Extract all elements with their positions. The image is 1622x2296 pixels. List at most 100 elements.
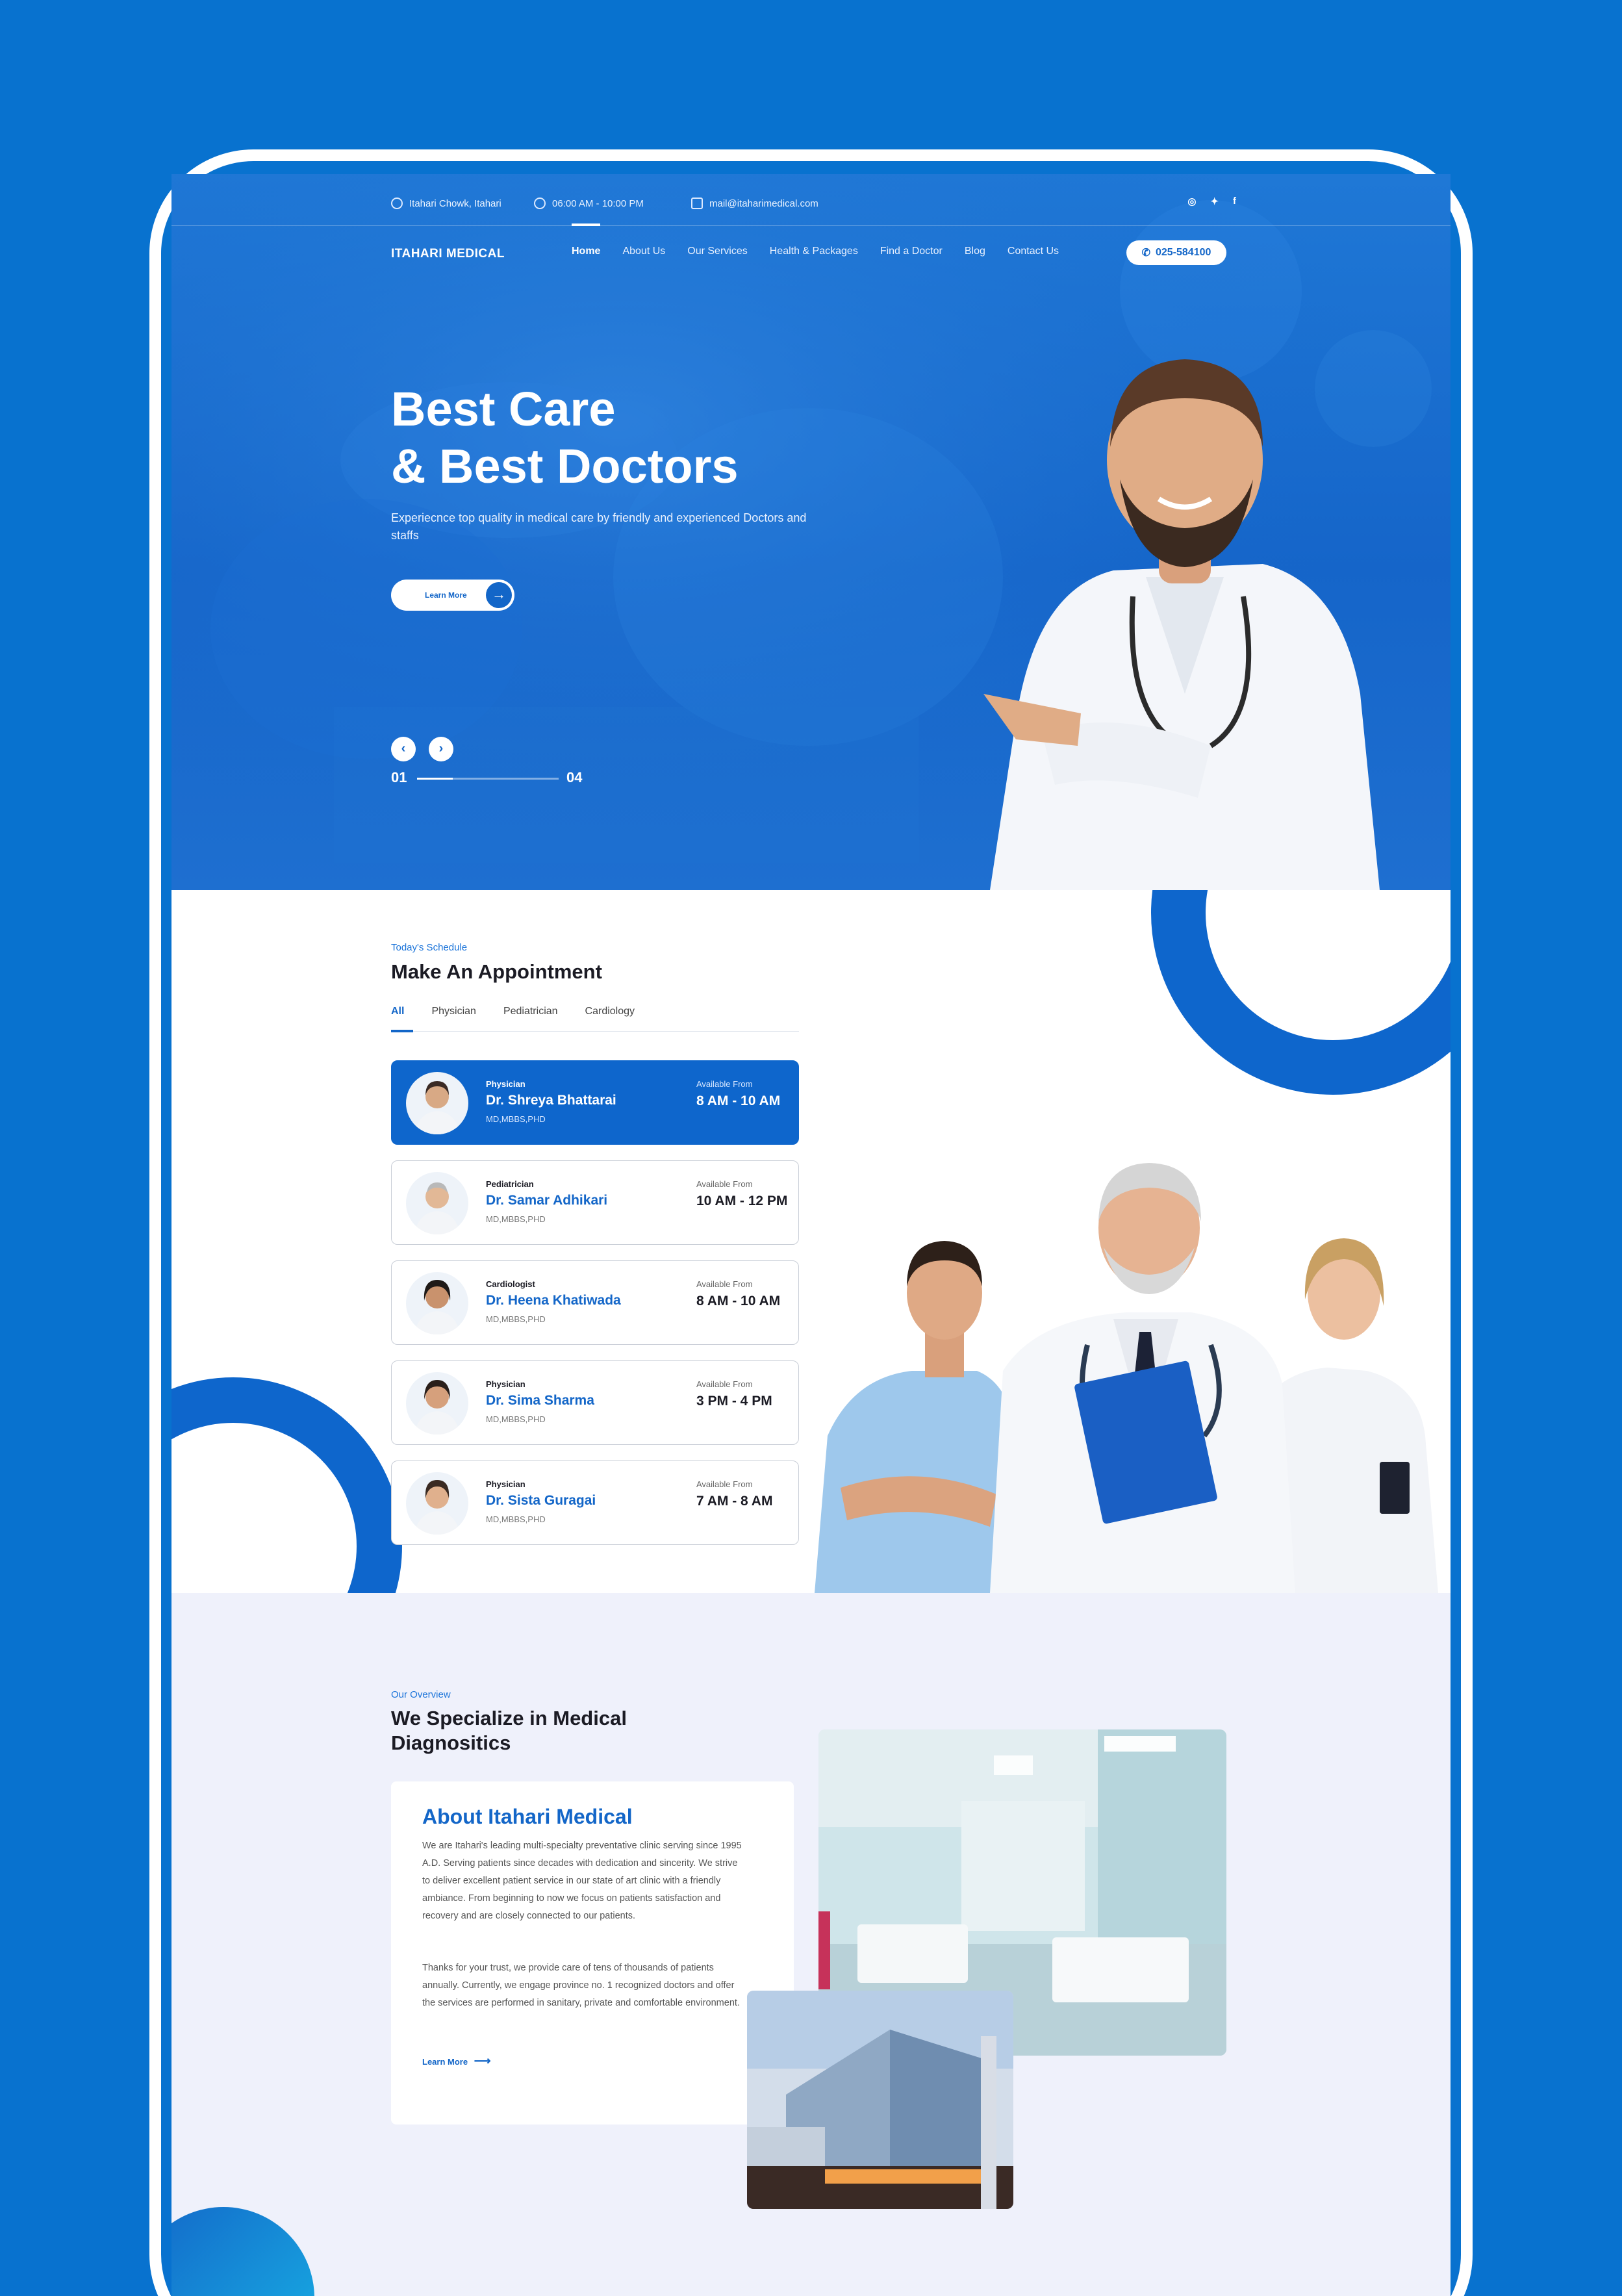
mail-icon: [691, 198, 703, 209]
doctor-degree: MD,MBBS,PHD: [486, 1414, 546, 1424]
nav-item-about[interactable]: About Us: [622, 246, 665, 257]
doctor-card[interactable]: Pediatrician Dr. Samar Adhikari MD,MBBS,…: [391, 1160, 799, 1245]
nav-item-home[interactable]: Home: [572, 223, 601, 257]
slide-progress-fill: [417, 778, 453, 780]
decor-blob: [171, 2207, 314, 2296]
doctor-name: Dr. Samar Adhikari: [486, 1193, 608, 1208]
email-text[interactable]: mail@itaharimedical.com: [709, 198, 818, 209]
location-pin-icon: [391, 198, 403, 209]
overview-title: We Specialize in Medical Diagnositics: [391, 1706, 627, 1755]
doctor-card[interactable]: Cardiologist Dr. Heena Khatiwada MD,MBBS…: [391, 1260, 799, 1345]
website-screen: Itahari Chowk, Itahari 06:00 AM - 10:00 …: [171, 174, 1451, 2296]
about-title: About Itahari Medical: [422, 1805, 633, 1828]
doctor-name: Dr. Sima Sharma: [486, 1393, 594, 1408]
nav-item-find-doctor[interactable]: Find a Doctor: [880, 246, 943, 257]
facebook-icon[interactable]: f: [1233, 196, 1236, 207]
doctor-specialty: Pediatrician: [486, 1179, 534, 1189]
available-label: Available From: [696, 1479, 753, 1489]
doctor-degree: MD,MBBS,PHD: [486, 1314, 546, 1324]
doctor-specialty: Physician: [486, 1379, 526, 1389]
overview-section: Our Overview We Specialize in Medical Di…: [171, 1593, 1451, 2296]
doctor-avatar: [406, 1472, 468, 1535]
about-card: About Itahari Medical We are Itahari's l…: [391, 1781, 794, 2124]
doctor-specialty: Physician: [486, 1079, 526, 1089]
tab-cardiology[interactable]: Cardiology: [585, 1006, 635, 1032]
doctor-avatar: [406, 1372, 468, 1435]
phone-number: 025-584100: [1155, 247, 1211, 258]
doctor-avatar: [406, 1272, 468, 1334]
doctor-degree: MD,MBBS,PHD: [486, 1114, 546, 1124]
doctor-avatar: [406, 1172, 468, 1234]
doctor-card[interactable]: Physician Dr. Sima Sharma MD,MBBS,PHD Av…: [391, 1360, 799, 1445]
learn-more-label: Learn More: [425, 591, 467, 600]
phone-icon: ✆: [1141, 248, 1150, 259]
hero-title-line1: Best Care: [391, 382, 616, 436]
doctor-avatar: [406, 1072, 468, 1134]
specialty-tabs: All Physician Pediatrician Cardiology: [391, 1006, 799, 1032]
instagram-icon[interactable]: ◎: [1187, 196, 1196, 207]
tab-pediatrician[interactable]: Pediatrician: [503, 1006, 558, 1032]
nav-item-services[interactable]: Our Services: [687, 246, 747, 257]
doctor-time: 10 AM - 12 PM: [696, 1193, 788, 1208]
slide-total: 04: [566, 769, 583, 785]
nav-menu: Home About Us Our Services Health & Pack…: [572, 223, 1059, 257]
doctor-name: Dr. Shreya Bhattarai: [486, 1093, 616, 1108]
about-learn-more-label: Learn More: [422, 2057, 468, 2067]
appointment-eyebrow: Today's Schedule: [391, 942, 468, 953]
about-paragraph-1: We are Itahari's leading multi-specialty…: [422, 1841, 742, 1921]
available-label: Available From: [696, 1279, 753, 1289]
arrow-right-icon: ⟶: [474, 2054, 491, 2067]
hero-background-image: [171, 174, 1451, 890]
tab-all[interactable]: All: [391, 1006, 414, 1032]
available-label: Available From: [696, 1379, 753, 1389]
arrow-right-icon: →: [486, 582, 512, 608]
doctor-name: Dr. Heena Khatiwada: [486, 1293, 621, 1308]
hero-learn-more-button[interactable]: Learn More →: [391, 580, 514, 611]
overview-title-line2: Diagnositics: [391, 1731, 511, 1754]
email-info[interactable]: mail@itaharimedical.com: [691, 198, 818, 209]
doctor-card[interactable]: Physician Dr. Sista Guragai MD,MBBS,PHD …: [391, 1461, 799, 1545]
hours-info: 06:00 AM - 10:00 PM: [534, 198, 644, 209]
tab-physician[interactable]: Physician: [431, 1006, 475, 1032]
hero-title: Best Care & Best Doctors: [391, 381, 739, 495]
doctor-time: 3 PM - 4 PM: [696, 1394, 772, 1409]
overview-eyebrow: Our Overview: [391, 1689, 451, 1700]
hours-text: 06:00 AM - 10:00 PM: [552, 198, 644, 209]
main-navbar: ITAHARI MEDICAL Home About Us Our Servic…: [171, 223, 1451, 278]
hero-title-line2: & Best Doctors: [391, 439, 739, 493]
doctor-time: 8 AM - 10 AM: [696, 1294, 781, 1308]
doctor-specialty: Cardiologist: [486, 1279, 535, 1289]
address-info: Itahari Chowk, Itahari: [391, 198, 501, 209]
address-text: Itahari Chowk, Itahari: [409, 198, 501, 209]
doctor-time: 8 AM - 10 AM: [696, 1093, 781, 1108]
doctor-card[interactable]: Physician Dr. Shreya Bhattarai MD,MBBS,P…: [391, 1060, 799, 1145]
decor-ring-bottom-left: [171, 1377, 402, 1593]
about-paragraph-2: Thanks for your trust, we provide care o…: [422, 1963, 740, 2008]
slide-prev-button[interactable]: ‹: [391, 737, 416, 761]
nav-item-contact[interactable]: Contact Us: [1007, 246, 1059, 257]
slide-next-button[interactable]: ›: [429, 737, 453, 761]
about-learn-more-link[interactable]: Learn More ⟶: [422, 2054, 491, 2068]
hero-subtitle: Experiecnce top quality in medical care …: [391, 511, 807, 542]
doctor-degree: MD,MBBS,PHD: [486, 1214, 546, 1224]
social-links: ◎ ✦ f: [1187, 196, 1236, 207]
brand-logo[interactable]: ITAHARI MEDICAL: [391, 247, 505, 261]
clock-icon: [534, 198, 546, 209]
doctor-time: 7 AM - 8 AM: [696, 1494, 773, 1509]
appointment-section: Today's Schedule Make An Appointment All…: [171, 890, 1451, 1593]
doctor-specialty: Physician: [486, 1479, 526, 1489]
doctor-degree: MD,MBBS,PHD: [486, 1514, 546, 1524]
nav-item-health-packages[interactable]: Health & Packages: [770, 246, 858, 257]
phone-button[interactable]: ✆ 025-584100: [1126, 240, 1226, 265]
available-label: Available From: [696, 1079, 753, 1089]
nav-item-blog[interactable]: Blog: [965, 246, 985, 257]
decor-ring-top-right: [1151, 890, 1451, 1095]
slide-progress-bar: [417, 778, 559, 780]
hero-section: Itahari Chowk, Itahari 06:00 AM - 10:00 …: [171, 174, 1451, 890]
hospital-building-photo: [747, 1991, 1013, 2209]
appointment-title: Make An Appointment: [391, 960, 602, 983]
available-label: Available From: [696, 1179, 753, 1189]
overview-title-line1: We Specialize in Medical: [391, 1707, 627, 1729]
slide-current: 01: [391, 769, 407, 785]
twitter-icon[interactable]: ✦: [1210, 196, 1219, 207]
